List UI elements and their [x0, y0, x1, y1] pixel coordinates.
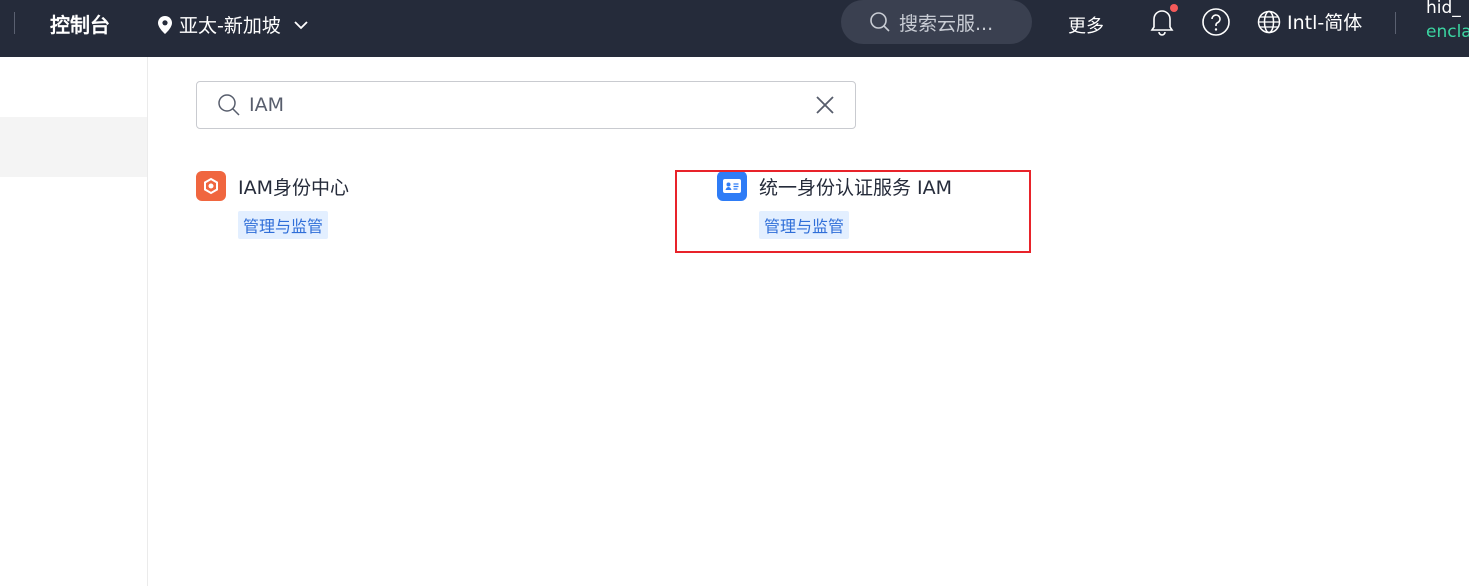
sidebar — [0, 57, 148, 586]
console-title[interactable]: 控制台 — [50, 9, 110, 38]
sidebar-item-active[interactable] — [0, 117, 147, 177]
result-name[interactable]: 统一身份认证服务 IAM — [759, 173, 952, 200]
region-label: 亚太-新加坡 — [179, 15, 281, 37]
language-label: Intl-简体 — [1287, 12, 1363, 34]
notifications-button[interactable] — [1149, 4, 1178, 40]
category-tag[interactable]: 管理与监管 — [238, 211, 329, 239]
result-name[interactable]: IAM身份中心 — [238, 173, 349, 200]
search-icon — [217, 93, 241, 117]
globe-icon — [1257, 10, 1281, 33]
iam-identity-center-icon — [196, 171, 226, 201]
global-search-input[interactable]: 搜索云服... — [841, 0, 1032, 44]
service-search-input[interactable] — [249, 94, 815, 116]
clear-icon[interactable] — [815, 95, 835, 115]
top-navigation-bar: 控制台 亚太-新加坡 搜索云服... 更多 Intl-简体 hid_ encla — [0, 0, 1469, 57]
region-selector[interactable]: 亚太-新加坡 — [157, 11, 309, 38]
language-selector[interactable]: Intl-简体 — [1257, 8, 1362, 35]
user-name: hid_ — [1426, 0, 1461, 18]
notification-badge — [1170, 4, 1178, 12]
search-result-item[interactable]: 统一身份认证服务 IAM 管理与监管 — [717, 171, 952, 239]
divider — [14, 12, 15, 34]
service-search-box — [196, 81, 856, 129]
help-button[interactable] — [1201, 7, 1231, 41]
category-tag[interactable]: 管理与监管 — [759, 211, 850, 239]
more-menu[interactable]: 更多 — [1068, 12, 1104, 38]
id-card-icon — [717, 171, 747, 201]
global-search-placeholder: 搜索云服... — [899, 12, 994, 35]
user-account-type: encla — [1426, 22, 1469, 42]
search-result-item[interactable]: IAM身份中心 管理与监管 — [196, 171, 349, 239]
divider — [1395, 12, 1396, 34]
user-account-menu[interactable]: hid_ encla — [1426, 0, 1469, 44]
chevron-down-icon — [293, 20, 309, 30]
search-icon — [869, 11, 891, 33]
help-icon — [1202, 8, 1230, 36]
location-pin-icon — [157, 15, 173, 35]
